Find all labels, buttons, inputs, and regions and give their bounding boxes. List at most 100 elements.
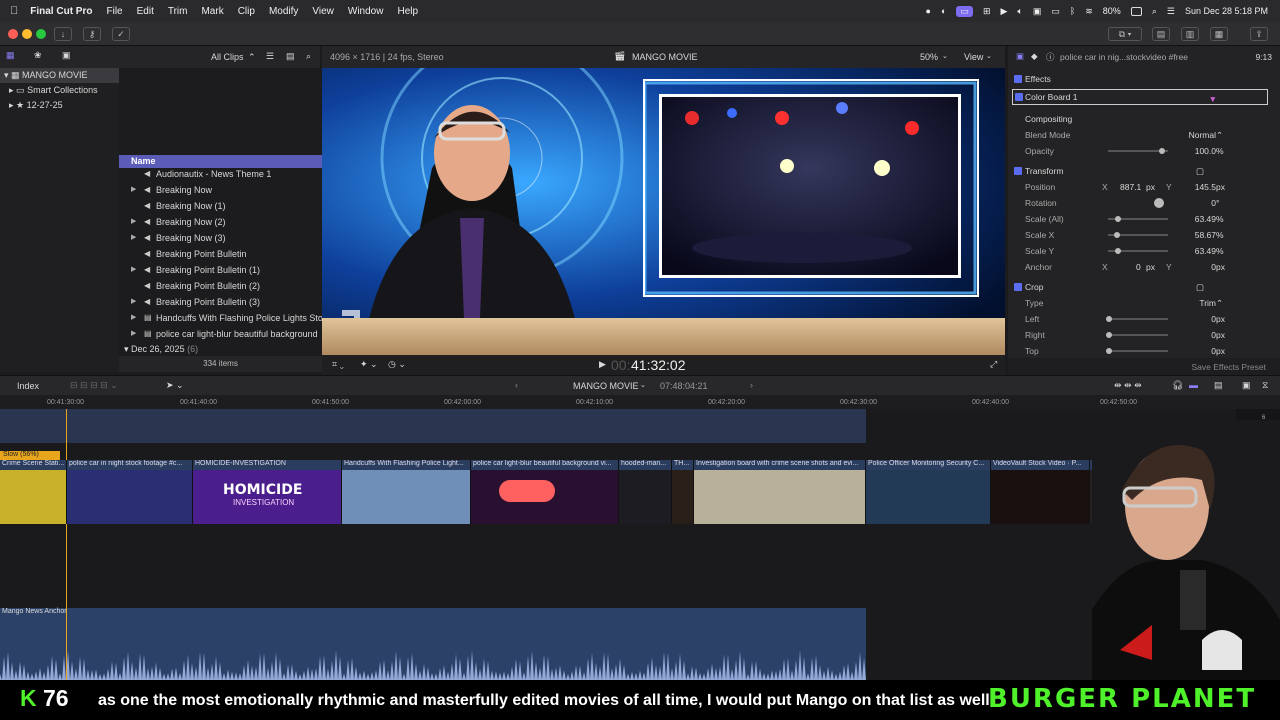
browser-row[interactable]: ▶ ▤ Handcuffs With Flashing Police Lights … [119,310,322,326]
browser-row[interactable]: ◀ Breaking Point Bulletin [119,246,322,262]
info-inspector-icon[interactable]: ⓘ [1046,51,1055,63]
list-view-icon[interactable]: ☰ [266,51,274,62]
titles-icon[interactable]: ▣ [62,50,71,61]
all-clips-filter[interactable]: All Clips [211,52,244,62]
disclosure-icon[interactable]: ▶ [131,310,136,326]
library-item-event[interactable]: ▸ ★ 12-27-25 [0,98,119,113]
disclosure-icon[interactable]: ▾ [4,70,11,80]
effects-browser-icon[interactable]: ▣ [1242,380,1251,391]
view-menu[interactable]: View [964,52,983,62]
position-x-value[interactable]: 887.1 [1120,179,1141,195]
transform-checkbox[interactable] [1014,167,1022,175]
play-button[interactable]: ▶ [599,359,606,370]
checkmark-icon[interactable]: ✓ [112,27,130,41]
search-icon[interactable]: ⌕ [1152,6,1157,17]
rotation-row[interactable]: Rotation 0 ° [1008,195,1280,211]
browser-row[interactable]: ▶ ◀ Breaking Point Bulletin (1) [119,262,322,278]
scale-y-knob[interactable] [1115,248,1121,254]
opacity-knob[interactable] [1159,148,1165,154]
anchor-x-value[interactable]: 0 [1136,259,1141,275]
timeline-clip[interactable]: Investigation board with crime scene sho… [694,460,866,524]
grid-icon[interactable]: ⊞ [983,6,991,17]
disclosure-icon[interactable]: ▾ [124,344,131,354]
crop-right-knob[interactable] [1106,332,1112,338]
position-row[interactable]: Position X 887.1 px Y 145.5 px [1008,179,1280,195]
library-item-smart-collections[interactable]: ▸ ▭ Smart Collections [0,83,119,98]
viewer-canvas[interactable] [322,68,1005,355]
speed-badge[interactable]: Slow (56%) [0,451,60,460]
crop-top-knob[interactable] [1106,348,1112,354]
record-icon[interactable]: ● [926,6,931,16]
app-menu[interactable]: Final Cut Pro [30,6,92,17]
browser-row[interactable]: ▶ ▤ police car light-blur beautiful backgr… [119,326,322,342]
browser-row[interactable]: ▶ ◀ Breaking Point Bulletin (3) [119,294,322,310]
filter-chevron-icon[interactable]: ⌃ [248,52,256,63]
timeline-clip[interactable]: police car in night stock footage #c... [67,460,193,524]
crop-left-knob[interactable] [1106,316,1112,322]
photos-icon[interactable]: ❀ [34,50,42,61]
workspace-icon[interactable]: ⧉ ▾ [1108,27,1142,41]
layout-browser-icon[interactable]: ▤ [1152,27,1170,41]
playhead[interactable] [66,409,67,680]
crop-left-slider[interactable] [1108,318,1168,320]
blend-mode-row[interactable]: Blend Mode Normal ⌃ [1008,127,1280,143]
share-icon[interactable]: ⇪ [1250,27,1268,41]
group-row[interactable]: ▾ Dec 26, 2025 (6) [124,344,198,355]
back-icon[interactable]: ‹ [515,380,518,390]
chevron-updown-icon[interactable]: ⌃ [1216,127,1230,143]
chevron-updown-icon[interactable]: ⌃ [1216,295,1230,311]
wifi-icon[interactable]: ≋ [1085,6,1093,17]
display-icon[interactable]: ▭ [1051,6,1060,17]
headphones-icon[interactable]: 🎧︎ [1172,380,1183,391]
crop-type-value[interactable]: Trim [1199,295,1216,311]
rotation-dial[interactable] [1154,198,1164,208]
disclosure-icon[interactable]: ▶ [131,262,136,278]
close-window-button[interactable] [8,29,18,39]
menu-clip[interactable]: Clip [238,6,255,17]
search-icon[interactable]: ⌕ [306,51,311,62]
timeline-clip[interactable]: HOMICIDE-INVESTIGATION HOMICIDE INVESTIGAT… [193,460,342,524]
menu-modify[interactable]: Modify [269,6,298,17]
browser-row[interactable]: ▶ ◀ Breaking Now [119,182,322,198]
menu-file[interactable]: File [106,6,122,17]
timeline-area[interactable]: Mango News Anchor 6 0 -6 [0,409,1280,680]
layout-timeline-icon[interactable]: ▥ [1181,27,1199,41]
timeline-project[interactable]: MANGO MOVIE [573,381,639,391]
retime-icon[interactable]: ◷ ⌄ [388,359,406,370]
opacity-row[interactable]: Opacity 100.0% [1008,143,1280,159]
play-icon[interactable]: ▶ [1000,6,1007,17]
scale-y-row[interactable]: Scale Y 63.49% [1008,243,1280,259]
browser-row[interactable]: ◀ Breaking Point Bulletin (2) [119,278,322,294]
clip-appearance-icon[interactable]: ▤ [286,51,295,62]
disclosure-icon[interactable]: ▶ [131,214,136,230]
bluetooth-icon[interactable]: ᛒ [1070,6,1075,16]
volume-icon[interactable]: 🔈︎ [1017,6,1022,17]
timeline-clip[interactable]: hooded-man... [619,460,672,524]
anchor-row[interactable]: Anchor X 0 px Y 0 px [1008,259,1280,275]
menu-trim[interactable]: Trim [168,6,188,17]
color-board-row[interactable]: Color Board 1 ▼ [1012,89,1268,105]
battery-icon[interactable] [1130,6,1142,16]
import-icon[interactable]: ↓ [54,27,72,41]
browser-row[interactable]: ◀ Audionautix - News Theme 1 [119,166,322,182]
control-center-icon[interactable]: ☰ [1167,6,1175,17]
timeline-clip[interactable]: Police Officer Monitoring Security C... [866,460,991,524]
crop-type-row[interactable]: Type Trim ⌃ [1008,295,1280,311]
zoom-window-button[interactable] [36,29,46,39]
video-inspector-icon[interactable]: ▣ [1016,51,1024,62]
color-inspector-icon[interactable]: ◆ [1031,51,1038,62]
chevron-down-icon[interactable]: ⌄ [986,52,992,60]
fullscreen-icon[interactable]: ⤢ [990,359,997,370]
color-board-checkbox[interactable] [1015,93,1023,101]
screen-share-icon[interactable]: ▭ [956,5,973,17]
audio-track[interactable]: Mango News Anchor [0,608,866,680]
timeline-ruler[interactable]: 00:41:30:00 00:41:40:00 00:41:50:00 00:42:0… [0,395,1280,409]
position-y-value[interactable]: 145.5 [1195,179,1216,195]
menu-edit[interactable]: Edit [137,6,154,17]
minimize-window-button[interactable] [22,29,32,39]
color-board-icon[interactable]: ▼ [1209,91,1217,107]
scale-all-knob[interactable] [1115,216,1121,222]
transitions-browser-icon[interactable]: ⧖ [1262,380,1268,391]
crop-section[interactable]: Crop ▢ [1008,279,1280,295]
timecode[interactable]: 41:32:02 [631,357,686,373]
